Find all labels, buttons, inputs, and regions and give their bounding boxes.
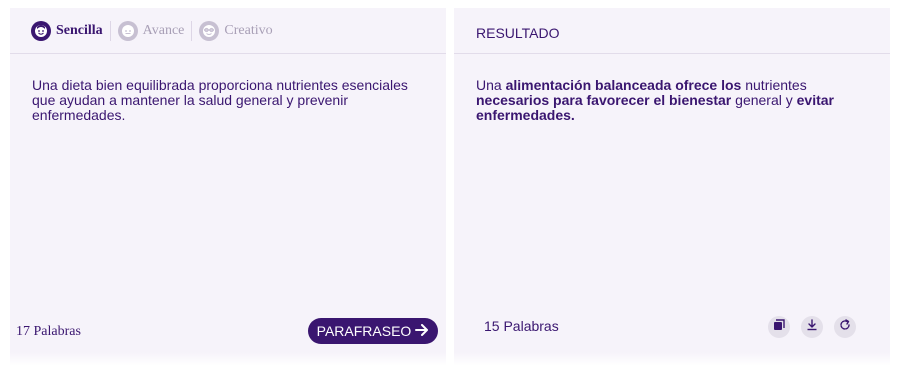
result-panel: RESULTADO Una alimentación balanceada of… (454, 8, 890, 366)
refresh-icon (839, 318, 851, 336)
happy-face-icon (31, 20, 51, 41)
tab-creativo[interactable]: Creativo (199, 20, 273, 42)
tab-label: Creativo (224, 22, 273, 38)
tab-avance[interactable]: Avance (117, 20, 185, 42)
paraphrase-button[interactable]: PARAFRASEO (308, 318, 438, 344)
copy-icon (773, 318, 785, 336)
result-header: RESULTADO (454, 8, 890, 54)
result-text: Una alimentación balanceada ofrece los n… (476, 78, 856, 123)
copy-button[interactable] (768, 316, 790, 338)
creative-face-icon (199, 20, 220, 41)
input-textarea[interactable]: Una dieta bien equilibrada proporciona n… (32, 78, 422, 123)
input-word-count: 17 Palabras (16, 324, 81, 339)
paraphrase-button-label: PARAFRASEO (316, 323, 412, 339)
tab-sencilla[interactable]: Sencilla (31, 20, 103, 42)
face-icon (117, 20, 138, 41)
input-panel: Sencilla Avance Creativo Una dieta bien … (10, 8, 446, 366)
result-segment: general y (731, 92, 797, 108)
result-segment-changed: necesarios para favorecer el bienestar (476, 92, 732, 108)
result-segment-changed: alimentación balanceada ofrece los (505, 77, 742, 93)
tab-label: Avance (142, 22, 185, 38)
result-segment: Una (476, 77, 506, 93)
arrow-right-icon (415, 323, 429, 339)
tab-divider (191, 20, 193, 41)
result-actions (768, 316, 856, 338)
tab-label: Sencilla (56, 22, 103, 38)
download-icon (806, 318, 818, 336)
tab-divider (109, 20, 111, 41)
result-segment: nutrientes (741, 77, 807, 93)
result-word-count: 15 Palabras (484, 318, 559, 334)
mode-tabs: Sencilla Avance Creativo (10, 8, 446, 54)
refresh-button[interactable] (834, 316, 856, 338)
download-button[interactable] (801, 316, 823, 338)
